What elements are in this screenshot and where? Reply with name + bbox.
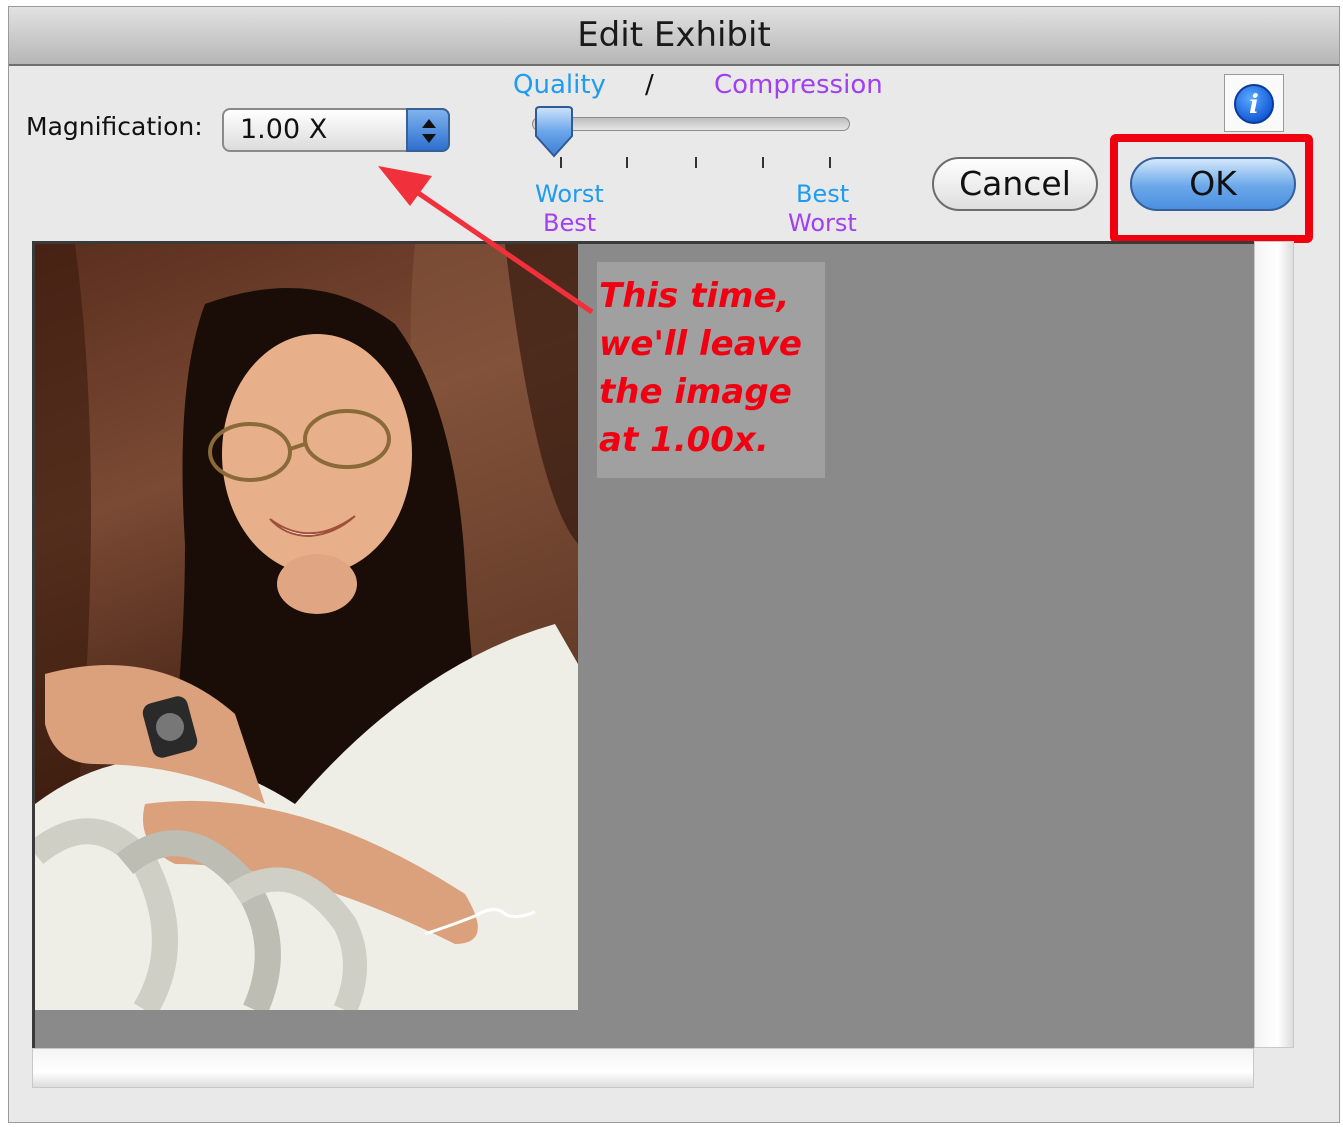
annotation-line: This time, <box>599 276 790 316</box>
slider-right-quality-label: Best <box>796 180 850 208</box>
ok-button[interactable]: OK <box>1130 157 1296 211</box>
vertical-scrollbar[interactable] <box>1254 241 1294 1048</box>
compression-label: Compression <box>714 70 883 100</box>
slider-tick <box>560 157 562 168</box>
svg-text:i: i <box>1249 90 1259 120</box>
magnification-select[interactable]: 1.00 X <box>222 108 450 152</box>
slider-tick <box>829 157 831 168</box>
slider-tick <box>695 157 697 168</box>
slider-left-compression-label: Best <box>543 209 597 237</box>
exhibit-photo <box>35 244 578 1010</box>
info-button[interactable]: i <box>1224 74 1284 132</box>
quality-label: Quality <box>513 70 606 100</box>
annotation-line: the image <box>599 372 792 412</box>
slider-left-quality-label: Worst <box>535 180 604 208</box>
slider-thumb-icon[interactable] <box>530 106 578 164</box>
annotation-callout: This time, we'll leave the image at 1.00… <box>597 262 825 478</box>
annotation-line: we'll leave <box>599 324 802 364</box>
quality-compression-slider[interactable] <box>532 117 850 131</box>
exhibit-preview-canvas: This time, we'll leave the image at 1.00… <box>32 241 1254 1048</box>
slider-separator: / <box>645 70 654 100</box>
up-down-arrows-icon[interactable] <box>406 108 450 152</box>
magnification-label: Magnification: <box>26 112 203 141</box>
cancel-button[interactable]: Cancel <box>932 157 1098 211</box>
horizontal-scrollbar[interactable] <box>32 1048 1254 1088</box>
slider-tick <box>762 157 764 168</box>
dialog-title: Edit Exhibit <box>9 7 1339 66</box>
magnification-value: 1.00 X <box>240 114 328 145</box>
slider-tick <box>626 157 628 168</box>
info-icon: i <box>1234 84 1274 124</box>
annotation-line: at 1.00x. <box>599 420 769 460</box>
slider-right-compression-label: Worst <box>788 209 857 237</box>
